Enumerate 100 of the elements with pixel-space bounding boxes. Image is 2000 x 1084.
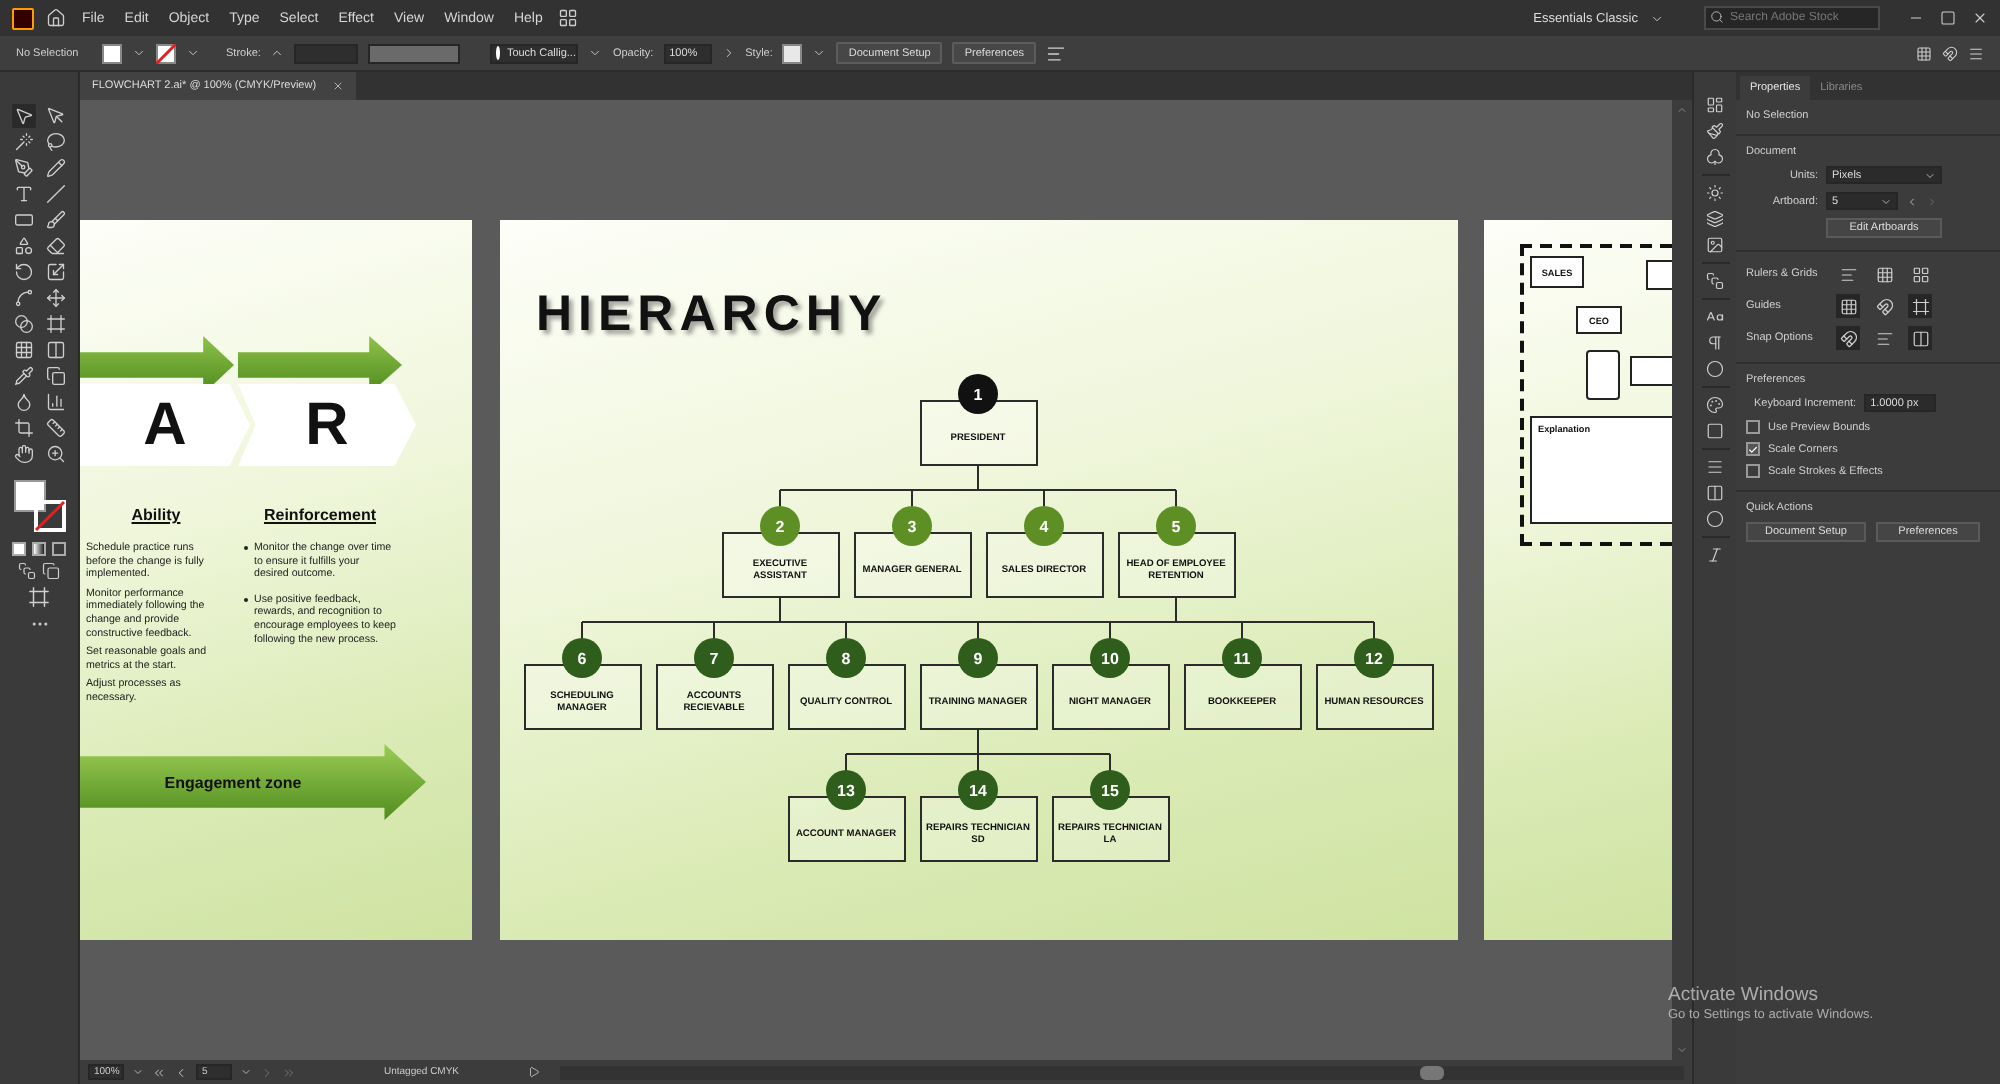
play-icon[interactable] [527, 1066, 540, 1078]
home-icon[interactable] [46, 8, 66, 28]
number-badge: 13 [826, 770, 866, 810]
checkbox[interactable] [1746, 420, 1760, 434]
free-transform-icon[interactable] [45, 288, 65, 308]
snap-icon[interactable] [1942, 45, 1958, 61]
node-box [1630, 356, 1672, 386]
zoom-icon[interactable] [45, 444, 65, 464]
hand-icon[interactable] [13, 444, 33, 464]
number-badge: 4 [1024, 506, 1064, 546]
number-badge: 5 [1156, 506, 1196, 546]
close-icon[interactable] [332, 80, 345, 92]
caret-icon[interactable] [812, 46, 827, 60]
column-heading: Ability [129, 506, 183, 524]
caret-icon[interactable] [1880, 195, 1892, 207]
brushes-icon[interactable] [1706, 122, 1724, 140]
caret-icon[interactable] [1924, 169, 1936, 181]
character-icon[interactable] [1706, 308, 1724, 326]
caret-icon[interactable] [186, 46, 200, 60]
caret-icon[interactable] [588, 46, 603, 60]
previous-icon[interactable] [1906, 195, 1918, 207]
color-mode-icon[interactable] [12, 542, 26, 556]
checkbox[interactable] [1746, 464, 1760, 478]
artboard-icon[interactable] [13, 418, 33, 438]
caret-icon[interactable] [240, 1066, 252, 1078]
properties-icon[interactable] [1706, 96, 1724, 114]
fill-color-swatch[interactable] [13, 480, 45, 512]
stroke-weight-field[interactable] [294, 43, 359, 63]
rotate-icon[interactable] [13, 262, 33, 282]
search-icon[interactable] [1710, 10, 1724, 24]
stepper-icon[interactable] [270, 46, 285, 60]
menu-icon[interactable] [1968, 45, 1984, 61]
number-badge: 6 [562, 638, 602, 678]
number-badge: 2 [760, 506, 800, 546]
number-badge: 1 [958, 374, 998, 414]
stroke-color-swatch[interactable] [33, 500, 65, 532]
caret-icon[interactable] [132, 46, 146, 60]
first-artboard-icon[interactable] [152, 1065, 166, 1079]
number-badge: 12 [1354, 638, 1394, 678]
align-icon[interactable] [1046, 43, 1067, 63]
previous-artboard-icon[interactable] [174, 1065, 188, 1079]
column-heading: Reinforcement [261, 506, 378, 524]
profile-field[interactable] [368, 43, 461, 63]
none-mode-icon[interactable] [52, 542, 66, 556]
color-icon[interactable] [1706, 396, 1724, 414]
number-badge: 14 [958, 770, 998, 810]
graph-icon[interactable] [45, 392, 65, 412]
eyedropper-icon[interactable] [13, 366, 33, 386]
magic-wand-icon[interactable] [13, 132, 33, 152]
warp-icon[interactable] [13, 288, 33, 308]
workspace-icon[interactable] [558, 8, 579, 28]
layers-icon[interactable] [1706, 210, 1724, 228]
node-box [1646, 260, 1672, 290]
pen-icon[interactable] [13, 158, 33, 178]
rectangle-icon[interactable] [13, 210, 33, 230]
hierarchy-title: HIERARCHY [536, 286, 888, 344]
asset-export-icon[interactable] [1706, 236, 1724, 254]
app-logo-icon[interactable] [12, 7, 34, 29]
number-badge: 8 [826, 638, 866, 678]
pixel-grid-icon[interactable] [1911, 265, 1929, 283]
symbols-icon[interactable] [1706, 148, 1724, 166]
type-icon[interactable] [13, 184, 33, 204]
lasso-icon[interactable] [45, 132, 65, 152]
letter-chevron: A [80, 384, 250, 466]
horizontal-scrollbar[interactable] [559, 1065, 1684, 1079]
check-icon [1748, 443, 1758, 455]
chevron-icon[interactable] [721, 46, 736, 60]
caret-icon[interactable] [1650, 11, 1664, 25]
line-icon[interactable] [45, 184, 65, 204]
letter-chevron: R [238, 384, 416, 466]
close-icon[interactable] [1972, 10, 1988, 26]
stroke-swatch[interactable] [156, 43, 176, 63]
number-badge: 10 [1090, 638, 1130, 678]
shapes-icon[interactable] [13, 236, 33, 256]
style-swatch[interactable] [782, 43, 803, 63]
glyphs-icon[interactable] [1706, 546, 1724, 564]
scale-icon[interactable] [45, 262, 65, 282]
eraser-icon[interactable] [45, 236, 65, 256]
grid-icon[interactable] [1916, 45, 1932, 61]
direct-selection-icon[interactable] [45, 106, 65, 126]
selection-icon[interactable] [13, 106, 33, 126]
maximize-icon[interactable] [1940, 10, 1956, 26]
brush-icon[interactable] [45, 210, 65, 230]
fill-swatch[interactable] [102, 43, 122, 63]
smart-guides-icon[interactable] [1875, 297, 1893, 315]
mesh-icon[interactable] [13, 340, 33, 360]
gradient-mode-icon[interactable] [32, 542, 46, 556]
pencil-icon[interactable] [45, 158, 65, 178]
grid-icon[interactable] [1875, 265, 1893, 283]
appearance-icon[interactable] [1706, 184, 1724, 202]
activation-title: Activate Windows [1668, 984, 1820, 1006]
node-box [1586, 350, 1620, 400]
guides-icon[interactable] [1839, 297, 1857, 315]
checkbox[interactable] [1746, 442, 1760, 456]
number-badge: 11 [1222, 638, 1262, 678]
number-badge: 9 [958, 638, 998, 678]
number-badge: 7 [694, 638, 734, 678]
paragraph-icon[interactable] [1706, 334, 1724, 352]
caret-icon[interactable] [132, 1066, 144, 1078]
number-badge: 3 [892, 506, 932, 546]
